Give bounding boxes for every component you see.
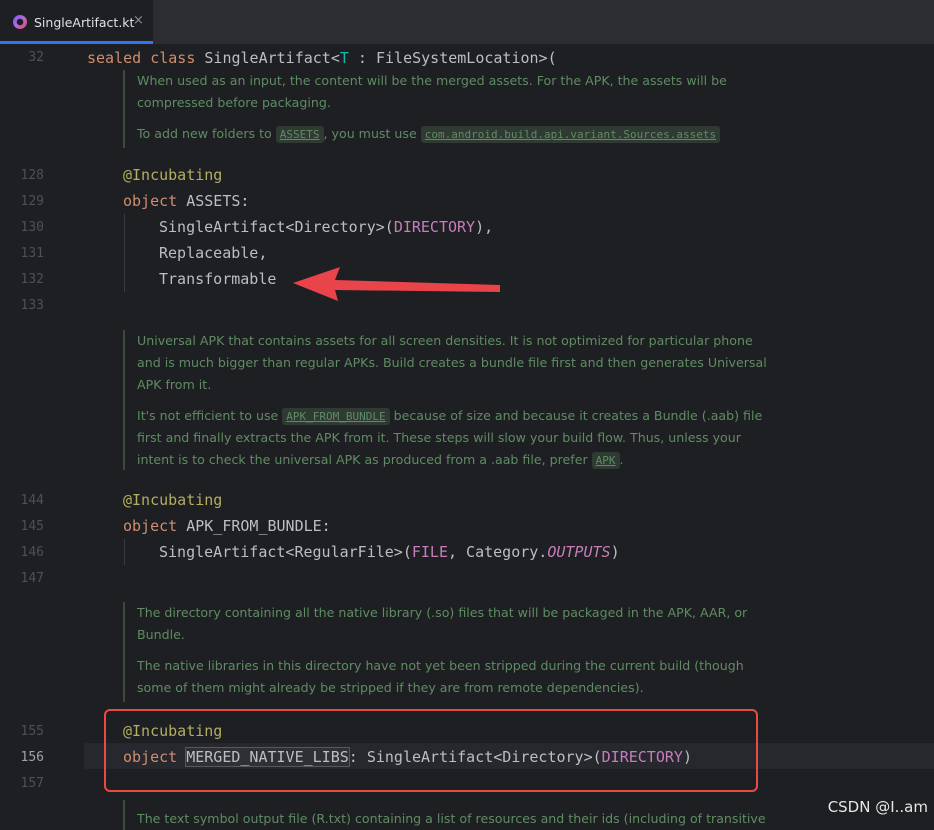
tab-label: SingleArtifact.kt: [34, 15, 135, 30]
editor-tab-bar: SingleArtifact.kt ×: [0, 0, 934, 45]
object-name: ASSETS:: [177, 192, 250, 210]
kotlin-file-icon: [13, 15, 27, 29]
red-arrow-annotation: [293, 267, 500, 301]
active-tab-indicator: [0, 41, 153, 44]
code-text: SingleArtifact<Directory>(: [159, 218, 394, 236]
line-number-current: 156: [20, 750, 44, 765]
line-number: 129: [20, 194, 44, 209]
doc-paragraph: Universal APK that contains assets for a…: [137, 333, 767, 392]
keyword: object: [123, 192, 178, 210]
doc-paragraph: The text symbol output file (R.txt) cont…: [137, 811, 766, 826]
doc-comment-assets: When used as an input, the content will …: [123, 70, 777, 148]
code-text: SingleArtifact<RegularFile>(: [159, 543, 412, 561]
doc-link-apk-from-bundle[interactable]: APK_FROM_BUNDLE: [282, 408, 390, 425]
code-text: ),: [475, 218, 494, 236]
enum-constant: OUTPUTS: [547, 543, 611, 561]
doc-paragraph: The native libraries in this directory h…: [137, 658, 744, 695]
line-number: 146: [20, 545, 44, 560]
line-number: 130: [20, 220, 44, 235]
line-number: 144: [20, 493, 44, 508]
code-line-144: @Incubating: [123, 487, 222, 513]
code-line-129: object ASSETS:: [123, 188, 249, 214]
doc-text: It's not efficient to use: [137, 408, 283, 423]
code-text: , Category.: [448, 543, 548, 561]
class-name: SingleArtifact<: [204, 49, 340, 67]
doc-link-apk[interactable]: APK: [591, 452, 620, 469]
object-name: APK_FROM_BUNDLE:: [177, 517, 331, 535]
keyword: object: [123, 517, 178, 535]
annotation: @Incubating: [123, 491, 223, 509]
doc-comment-apk-from-bundle: Universal APK that contains assets for a…: [123, 330, 777, 470]
doc-link-sources-assets[interactable]: com.android.build.api.variant.Sources.as…: [420, 126, 721, 143]
red-highlight-box: [104, 709, 758, 792]
code-line-132: Transformable: [159, 266, 276, 292]
enum-constant: FILE: [411, 543, 448, 561]
indent-guide: [124, 214, 125, 292]
line-number: 157: [20, 776, 44, 791]
line-number-gutter: 32 128 129 130 131 132 133 144 145 146 1…: [0, 45, 84, 822]
line-number: 147: [20, 571, 44, 586]
line-number: 133: [20, 298, 44, 313]
doc-paragraph: To add new folders to ASSETS, you must u…: [137, 123, 777, 145]
doc-paragraph: The directory containing all the native …: [137, 605, 748, 642]
code-text: Transformable: [159, 270, 277, 288]
doc-link-assets[interactable]: ASSETS: [275, 126, 324, 143]
code-line-128: @Incubating: [123, 162, 222, 188]
doc-comment-merged-native-libs: The directory containing all the native …: [123, 602, 777, 702]
code-line-32: sealed class SingleArtifact<T : FileSyst…: [87, 45, 557, 71]
doc-paragraph: It's not efficient to use APK_FROM_BUNDL…: [137, 405, 777, 471]
line-number: 32: [28, 50, 44, 65]
doc-text: .: [619, 452, 624, 467]
doc-text: , you must use: [323, 126, 421, 141]
code-line-145: object APK_FROM_BUNDLE:: [123, 513, 331, 539]
keyword: sealed: [87, 49, 142, 67]
code-text: Replaceable,: [159, 244, 268, 262]
line-number: 131: [20, 246, 44, 261]
line-number: 132: [20, 272, 44, 287]
code-line-146: SingleArtifact<RegularFile>(FILE, Catego…: [159, 539, 620, 565]
watermark: CSDN @I..am: [827, 798, 928, 816]
code-text: ): [610, 543, 620, 561]
tab-singleartifact[interactable]: SingleArtifact.kt ×: [0, 0, 153, 44]
line-number: 145: [20, 519, 44, 534]
doc-text: To add new folders to: [137, 126, 276, 141]
indent-guide: [124, 539, 125, 565]
doc-comment-next: The text symbol output file (R.txt) cont…: [123, 800, 777, 830]
enum-constant: DIRECTORY: [393, 218, 476, 236]
keyword: class: [150, 49, 196, 67]
type-parameter: T: [339, 49, 349, 67]
code-text: : FileSystemLocation>(: [348, 49, 557, 67]
close-icon[interactable]: ×: [133, 13, 144, 28]
code-line-131: Replaceable,: [159, 240, 267, 266]
doc-paragraph: When used as an input, the content will …: [137, 73, 727, 110]
annotation: @Incubating: [123, 166, 223, 184]
code-editor[interactable]: 32 128 129 130 131 132 133 144 145 146 1…: [0, 45, 934, 830]
line-number: 155: [20, 724, 44, 739]
code-line-130: SingleArtifact<Directory>(DIRECTORY),: [159, 214, 493, 240]
line-number: 128: [20, 168, 44, 183]
